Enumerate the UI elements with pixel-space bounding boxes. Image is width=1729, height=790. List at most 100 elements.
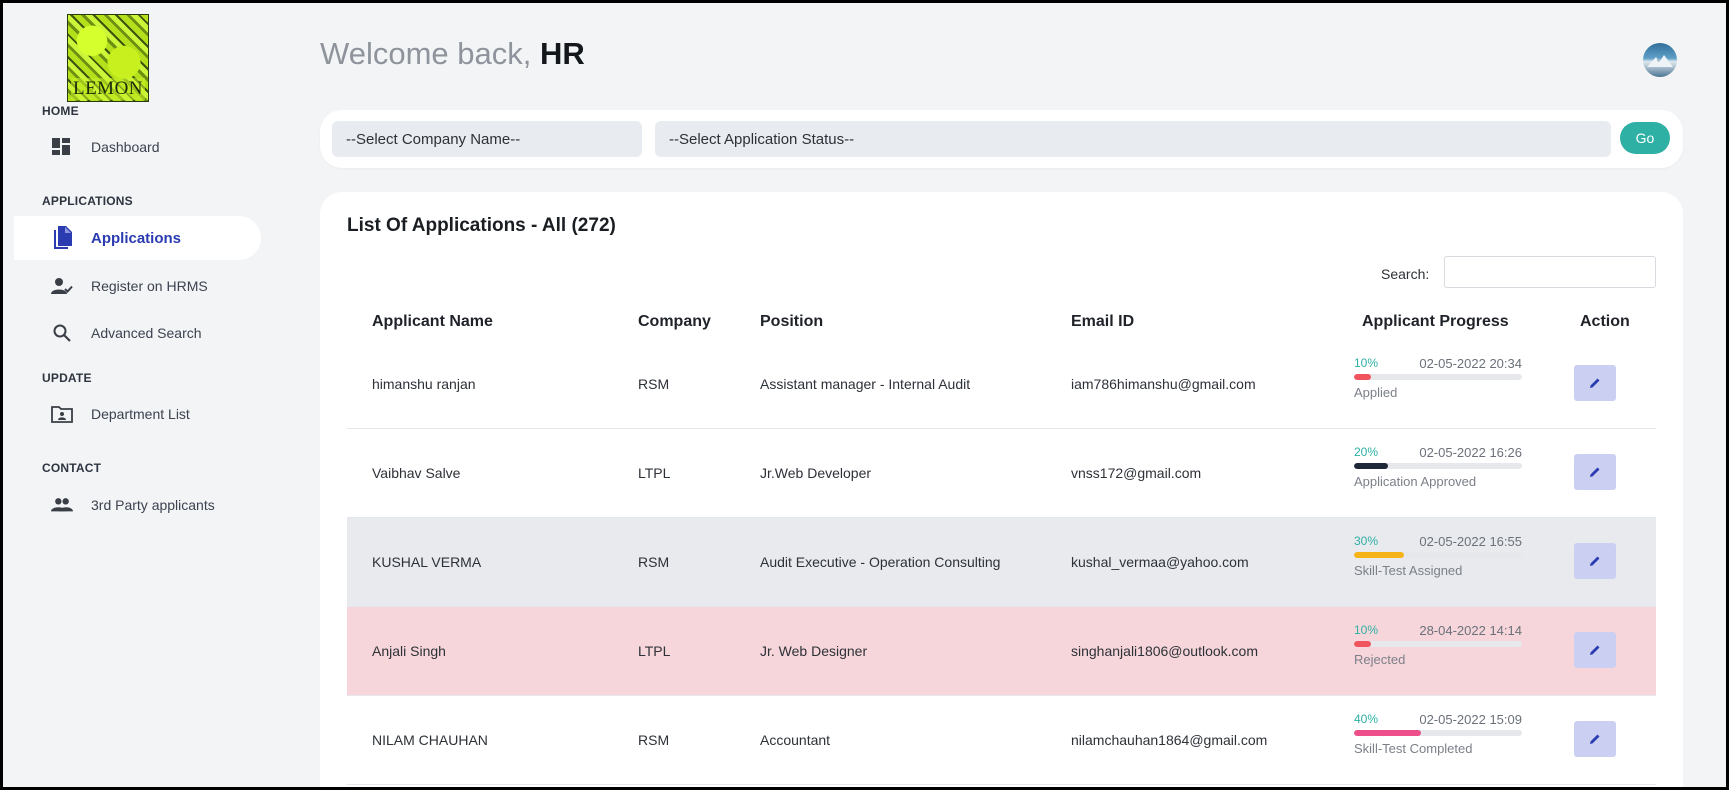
status-select[interactable]: --Select Application Status-- (655, 121, 1611, 157)
progress-bar (1354, 641, 1522, 647)
lemon-logo: LEMON (67, 14, 149, 102)
sidebar-item-advanced-search[interactable]: Advanced Search (14, 311, 261, 355)
column-header-action: Action (1580, 313, 1630, 330)
table-row[interactable]: Vaibhav Salve LTPL Jr.Web Developer vnss172… (347, 429, 1656, 518)
pencil-icon (1590, 734, 1600, 744)
email-cell: singhanjali1806@outlook.com (1071, 643, 1258, 659)
column-header-position[interactable]: Position (760, 313, 823, 331)
sidebar-item-label: Register on HRMS (91, 278, 208, 294)
column-header-email[interactable]: Email ID (1071, 313, 1134, 331)
section-label-applications: APPLICATIONS (42, 194, 133, 208)
position-cell: Audit Executive - Operation Consulting (760, 554, 1001, 570)
section-label-update: UPDATE (42, 371, 92, 385)
pencil-icon (1590, 467, 1600, 477)
sidebar-item-label: Applications (91, 229, 182, 247)
progress-status: Application Approved (1354, 474, 1477, 489)
table-row[interactable]: KUSHAL VERMA RSM Audit Executive - Operati… (347, 518, 1656, 607)
sidebar-item-label: Department List (91, 406, 190, 422)
document-icon (51, 226, 73, 249)
progress-bar-fill (1354, 641, 1371, 647)
sidebar-item-label: Dashboard (91, 139, 160, 155)
column-header-applicant-name[interactable]: Applicant Name (372, 313, 493, 331)
progress-bar-fill (1354, 730, 1422, 736)
company-cell: RSM (638, 732, 670, 748)
progress-status: Skill-Test Completed (1354, 741, 1473, 756)
position-cell: Assistant manager - Internal Audit (760, 376, 971, 392)
logo-text: LEMON (70, 78, 146, 100)
sidebar-item-applications[interactable]: Applications (14, 216, 261, 260)
progress-percent: 30% (1354, 534, 1379, 548)
progress-percent: 10% (1354, 623, 1379, 637)
edit-button[interactable] (1574, 721, 1616, 757)
sidebar-item-dashboard[interactable]: Dashboard (14, 125, 261, 169)
sidebar: LEMON HOME Dashboard APPLICATIONS Applic… (3, 3, 268, 787)
applicant-name-cell: KUSHAL VERMA (372, 554, 482, 570)
go-button[interactable]: Go (1620, 122, 1670, 154)
applications-card: List Of Applications - All (272) Search:… (320, 192, 1683, 787)
progress-bar-fill (1354, 374, 1371, 380)
applicant-name-cell: NILAM CHAUHAN (372, 732, 488, 748)
position-cell: Accountant (760, 732, 831, 748)
welcome-heading: Welcome back, HR (320, 36, 585, 72)
folder-user-icon (51, 403, 73, 425)
progress-datetime: 02-05-2022 15:09 (1419, 712, 1522, 727)
search-label: Search: (1381, 266, 1430, 282)
edit-button[interactable] (1574, 454, 1616, 490)
sidebar-item-register-hrms[interactable]: Register on HRMS (14, 264, 261, 308)
progress-percent: 40% (1354, 712, 1379, 726)
edit-button[interactable] (1574, 365, 1616, 401)
company-select[interactable]: --Select Company Name-- (332, 121, 642, 157)
progress-percent: 20% (1354, 445, 1379, 459)
progress-datetime: 02-05-2022 16:26 (1419, 445, 1522, 460)
applicant-name-cell: himanshu ranjan (372, 376, 476, 392)
app-window: LEMON HOME Dashboard APPLICATIONS Applic… (3, 3, 1726, 787)
sidebar-item-3rd-party[interactable]: 3rd Party applicants (14, 483, 261, 527)
progress-status: Rejected (1354, 652, 1406, 667)
sidebar-item-department-list[interactable]: Department List (14, 392, 261, 436)
company-cell: RSM (638, 554, 670, 570)
progress-percent: 10% (1354, 356, 1379, 370)
pencil-icon (1590, 378, 1600, 388)
pencil-icon (1590, 645, 1600, 655)
email-cell: iam786himanshu@gmail.com (1071, 376, 1256, 392)
pencil-icon (1590, 556, 1600, 566)
column-header-progress[interactable]: Applicant Progress (1362, 313, 1509, 331)
sidebar-item-label: Advanced Search (91, 325, 202, 341)
dashboard-icon (51, 136, 73, 158)
progress-bar (1354, 730, 1522, 736)
progress-bar-fill (1354, 463, 1388, 469)
section-label-contact: CONTACT (42, 461, 102, 475)
sidebar-item-label: 3rd Party applicants (91, 497, 215, 513)
welcome-prefix: Welcome back, (320, 36, 532, 71)
search-input[interactable] (1444, 256, 1656, 288)
edit-button[interactable] (1574, 632, 1616, 668)
email-cell: vnss172@gmail.com (1071, 465, 1202, 481)
applicant-name-cell: Anjali Singh (372, 643, 446, 659)
group-icon (51, 494, 73, 516)
progress-bar (1354, 463, 1522, 469)
applicant-name-cell: Vaibhav Salve (372, 465, 461, 481)
table-row[interactable]: himanshu ranjan RSM Assistant manager - In… (347, 340, 1656, 429)
company-cell: RSM (638, 376, 670, 392)
email-cell: kushal_vermaa@yahoo.com (1071, 554, 1249, 570)
avatar[interactable] (1643, 43, 1677, 77)
progress-datetime: 28-04-2022 14:14 (1419, 623, 1522, 638)
progress-bar (1354, 374, 1522, 380)
section-label-home: HOME (42, 104, 79, 118)
edit-button[interactable] (1574, 543, 1616, 579)
welcome-user: HR (539, 36, 585, 71)
position-cell: Jr.Web Developer (760, 465, 872, 481)
column-header-company[interactable]: Company (638, 313, 711, 331)
progress-datetime: 02-05-2022 20:34 (1419, 356, 1522, 371)
table-row[interactable]: Anjali Singh LTPL Jr. Web Designer singhanj… (347, 607, 1656, 696)
email-cell: nilamchauhan1864@gmail.com (1071, 732, 1268, 748)
search-icon (51, 322, 73, 344)
company-cell: LTPL (638, 465, 671, 481)
filter-bar: --Select Company Name-- --Select Applica… (320, 110, 1683, 168)
progress-bar-fill (1354, 552, 1405, 558)
progress-status: Applied (1354, 385, 1398, 400)
progress-status: Skill-Test Assigned (1354, 563, 1463, 578)
user-check-icon (51, 275, 73, 297)
table-row[interactable]: NILAM CHAUHAN RSM Accountant nilamchauhan18… (347, 696, 1656, 785)
page-title: List Of Applications - All (272) (347, 215, 616, 236)
